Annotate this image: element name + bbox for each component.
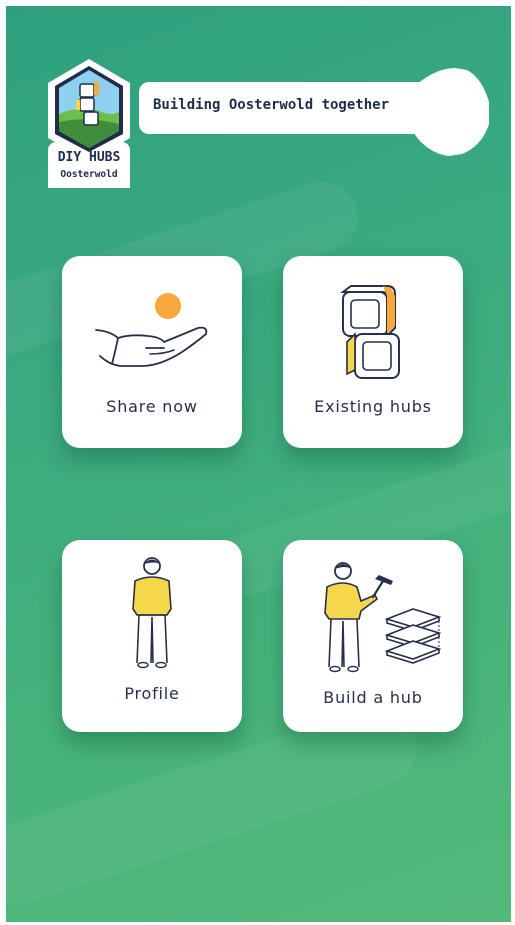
existing-hubs-card[interactable]: Existing hubs	[283, 256, 463, 448]
tagline-text: Building Oosterwold together	[153, 97, 390, 113]
tagline-banner: Building Oosterwold together	[137, 64, 492, 160]
builder-icon	[324, 562, 442, 673]
share-now-card[interactable]: Share now	[62, 256, 242, 448]
app-screen: DIY HUBS Oosterwold Building Oosterwold …	[6, 6, 511, 922]
existing-hubs-label: Existing hubs	[314, 397, 432, 416]
logo-subtitle: Oosterwold	[60, 169, 118, 180]
build-a-hub-label: Build a hub	[323, 688, 423, 707]
profile-label: Profile	[124, 684, 180, 703]
hub-blocks-icon	[340, 285, 400, 379]
profile-card[interactable]: Profile	[62, 540, 242, 732]
hand-sun-icon	[95, 293, 208, 367]
build-a-hub-card[interactable]: Build a hub	[283, 540, 463, 732]
share-now-label: Share now	[106, 397, 198, 416]
person-icon	[132, 557, 172, 669]
logo-title: DIY HUBS	[57, 150, 121, 165]
app-logo: DIY HUBS Oosterwold	[42, 56, 136, 192]
